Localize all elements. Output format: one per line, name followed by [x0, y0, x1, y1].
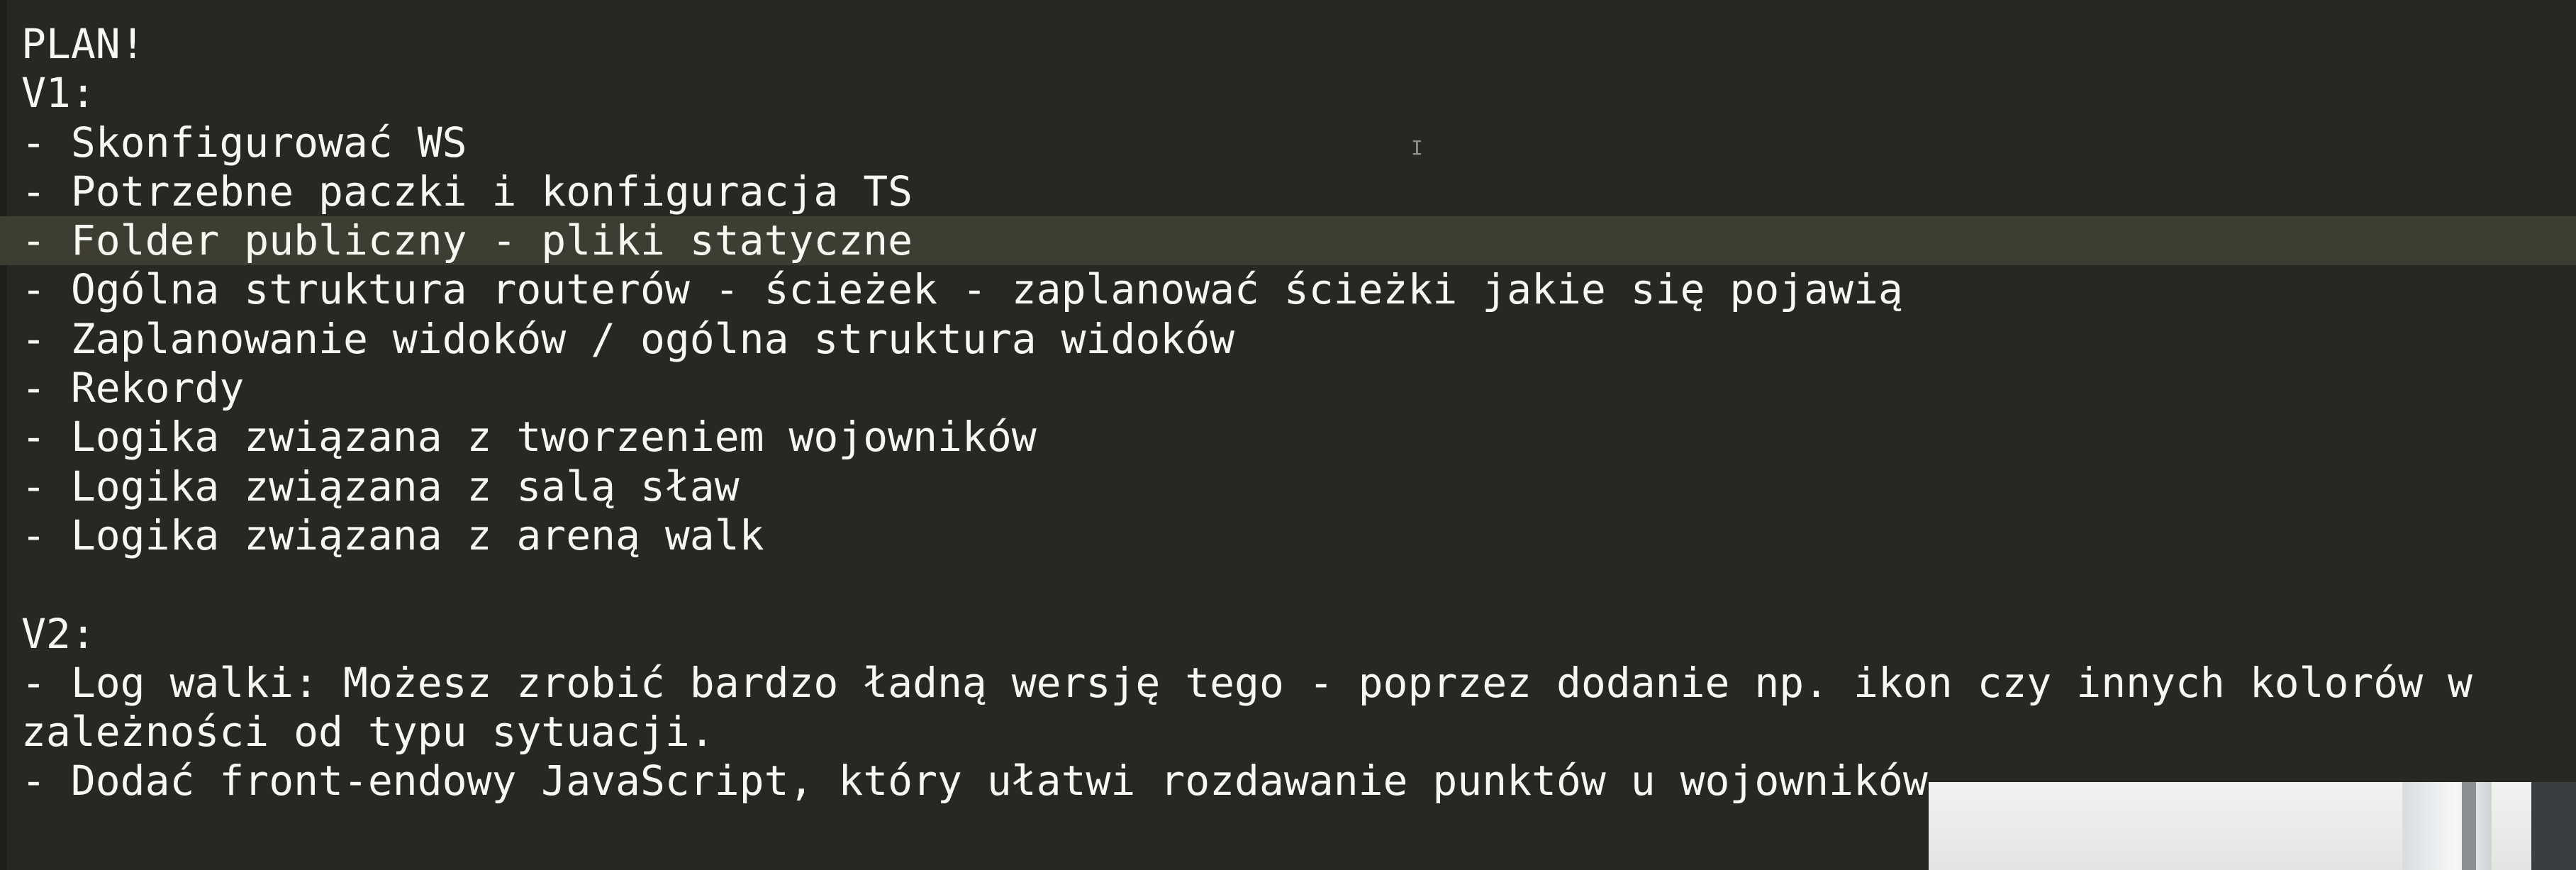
webcam-dark-area	[2531, 782, 2576, 870]
editor-line[interactable]: - Logika związana z areną walk	[0, 511, 2576, 560]
editor-current-line[interactable]: - Folder publiczny - pliki statyczne	[0, 216, 2576, 266]
editor-line[interactable]: - Rekordy	[0, 364, 2576, 413]
editor-line[interactable]: - Skonfigurować WS	[0, 118, 2576, 167]
text-editor[interactable]: PLAN! V1: - Skonfigurować WS - Potrzebne…	[0, 0, 2576, 870]
editor-line[interactable]	[0, 560, 2576, 609]
text-cursor-icon: I	[1411, 136, 1423, 160]
editor-text-area[interactable]: PLAN! V1: - Skonfigurować WS - Potrzebne…	[0, 20, 2576, 806]
webcam-window-panel	[2402, 782, 2492, 870]
editor-line[interactable]: PLAN!	[0, 20, 2576, 69]
editor-line[interactable]: - Log walki: Możesz zrobić bardzo ładną …	[0, 659, 2576, 708]
editor-line[interactable]: - Zaplanowanie widoków / ogólna struktur…	[0, 315, 2576, 364]
webcam-window-frame	[2462, 782, 2476, 870]
editor-line[interactable]: - Logika związana z salą sław	[0, 462, 2576, 511]
editor-line[interactable]: V1:	[0, 69, 2576, 118]
editor-line[interactable]: - Potrzebne paczki i konfiguracja TS	[0, 167, 2576, 216]
editor-line[interactable]: - Ogólna struktura routerów - ścieżek - …	[0, 265, 2576, 314]
editor-line[interactable]: zależności od typu sytuacji.	[0, 708, 2576, 757]
editor-line[interactable]: - Logika związana z tworzeniem wojownikó…	[0, 413, 2576, 462]
webcam-overlay	[1929, 782, 2576, 870]
editor-line[interactable]: V2:	[0, 610, 2576, 659]
